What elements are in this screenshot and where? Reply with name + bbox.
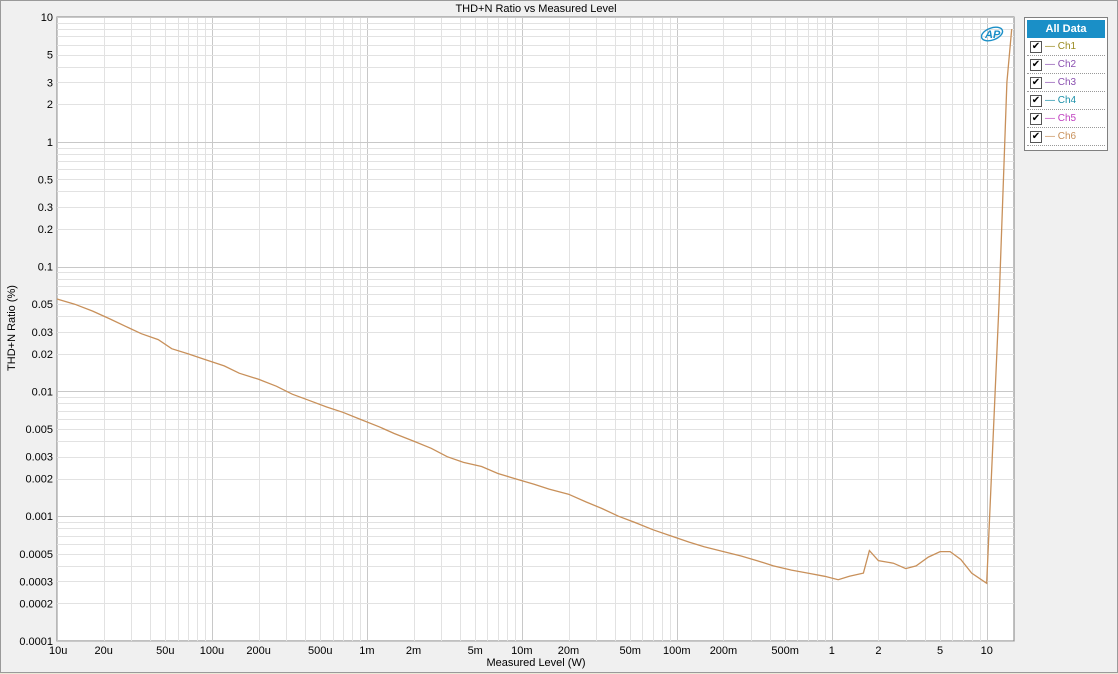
y-tick-label: 0.5 (38, 174, 53, 186)
legend-item-label: — Ch4 (1045, 95, 1077, 106)
x-tick-label: 20m (558, 645, 579, 657)
legend-header[interactable]: All Data (1027, 20, 1105, 38)
plot-area[interactable]: 10u 20u 50u 100u 200u 500u 1m 2m 5m 10m 20m 50m 100m… (1, 1, 1118, 674)
y-tick-labels: 10 5 3 2 1 0.5 0.3 0.2 0.1 0.05 0.03 0.02 0.01 0.005 0… (19, 12, 53, 648)
legend-item-ch1[interactable]: ✔ — Ch1 (1027, 38, 1105, 56)
y-tick-label: 1 (47, 137, 53, 149)
x-tick-labels: 10u 20u 50u 100u 200u 500u 1m 2m 5m 10m 20m 50m 100m… (49, 645, 993, 657)
legend-item-label: — Ch2 (1045, 59, 1077, 70)
x-tick-label: 20u (94, 645, 112, 657)
x-tick-label: 2m (406, 645, 421, 657)
legend-checkbox[interactable]: ✔ (1030, 59, 1042, 71)
x-tick-label: 500m (771, 645, 799, 657)
y-tick-label: 0.0005 (19, 549, 53, 561)
y-tick-label: 10 (41, 12, 53, 24)
x-tick-label: 50u (156, 645, 174, 657)
y-tick-label: 0.003 (25, 452, 53, 464)
legend-item-label: — Ch1 (1045, 41, 1077, 52)
x-tick-label: 100m (663, 645, 691, 657)
x-tick-label: 1m (359, 645, 374, 657)
legend-item-ch5[interactable]: ✔ — Ch5 (1027, 110, 1105, 128)
x-tick-label: 5 (937, 645, 943, 657)
x-tick-label: 1 (829, 645, 835, 657)
legend-checkbox[interactable]: ✔ (1030, 95, 1042, 107)
y-tick-label: 0.0003 (19, 576, 53, 588)
x-tick-label: 100u (200, 645, 224, 657)
y-tick-label: 0.03 (32, 327, 53, 339)
y-tick-label: 0.3 (38, 202, 53, 214)
ap-logo-icon: AP (979, 25, 1005, 43)
y-tick-label: 0.01 (32, 386, 53, 398)
y-tick-label: 0.0001 (19, 636, 53, 648)
y-tick-label: 0.2 (38, 224, 53, 236)
y-tick-label: 2 (47, 99, 53, 111)
y-tick-label: 0.005 (25, 424, 53, 436)
x-tick-label: 10m (511, 645, 532, 657)
y-tick-label: 0.02 (32, 349, 53, 361)
legend-item-label: — Ch3 (1045, 77, 1077, 88)
x-tick-label: 2 (875, 645, 881, 657)
legend-item-label: — Ch6 (1045, 131, 1077, 142)
graph-window: THD+N Ratio vs Measured Level THD+N Rati… (0, 0, 1118, 673)
y-tick-label: 0.05 (32, 299, 53, 311)
y-tick-label: 3 (47, 77, 53, 89)
legend-item-ch6[interactable]: ✔ — Ch6 (1027, 128, 1105, 146)
y-tick-label: 0.002 (25, 474, 53, 486)
y-tick-label: 0.0002 (19, 598, 53, 610)
x-tick-label: 10 (981, 645, 993, 657)
legend-item-ch4[interactable]: ✔ — Ch4 (1027, 92, 1105, 110)
x-tick-label: 500u (308, 645, 332, 657)
x-tick-label: 200m (710, 645, 738, 657)
svg-text:AP: AP (984, 29, 1001, 41)
y-tick-label: 5 (47, 50, 53, 62)
legend-item-ch3[interactable]: ✔ — Ch3 (1027, 74, 1105, 92)
legend-checkbox[interactable]: ✔ (1030, 131, 1042, 143)
legend-item-ch2[interactable]: ✔ — Ch2 (1027, 56, 1105, 74)
legend-checkbox[interactable]: ✔ (1030, 77, 1042, 89)
legend-item-label: — Ch5 (1045, 113, 1077, 124)
x-tick-label: 200u (246, 645, 270, 657)
legend-checkbox[interactable]: ✔ (1030, 41, 1042, 53)
x-tick-label: 5m (468, 645, 483, 657)
legend-checkbox[interactable]: ✔ (1030, 113, 1042, 125)
x-tick-label: 50m (619, 645, 640, 657)
y-tick-label: 0.001 (25, 511, 53, 523)
legend-panel: All Data ✔ — Ch1 ✔ — Ch2 ✔ — Ch3 ✔ — Ch4 ✔ — Ch5 ✔… (1024, 17, 1108, 151)
y-tick-label: 0.1 (38, 262, 53, 274)
